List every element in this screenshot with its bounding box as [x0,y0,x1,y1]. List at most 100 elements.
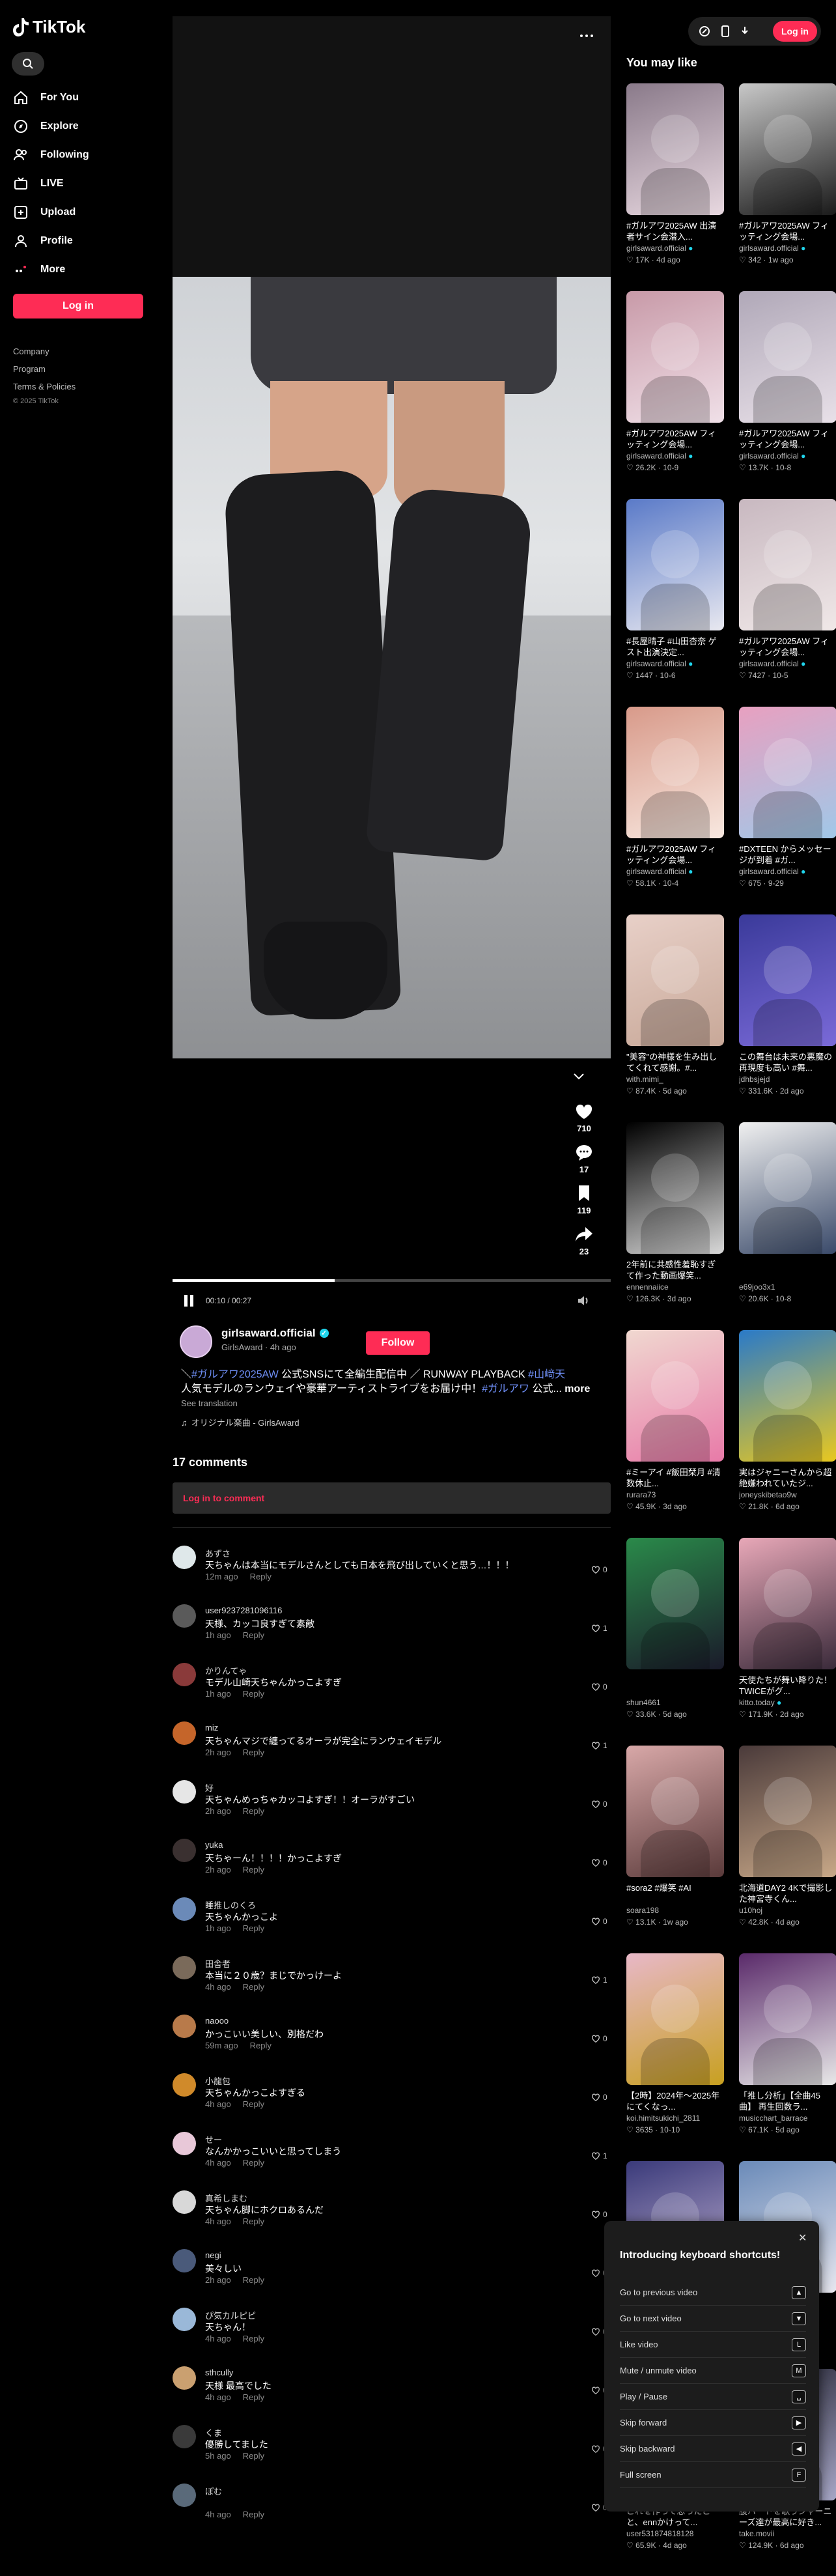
bookmark-action[interactable]: 119 [568,1183,600,1215]
comment-username[interactable]: negi [205,2250,221,2260]
sidebar-login-button[interactable]: Log in [13,294,143,318]
footer-link-terms[interactable]: Terms & Policies [13,382,76,391]
comment-username[interactable]: 小龍包 [205,2074,230,2087]
recommended-video-card[interactable]: #ガルアワ2025AW フィッティング会場... girlsaward.offic… [626,291,724,487]
video-author[interactable]: jdhbsjejd [739,1075,770,1084]
video-author[interactable]: soara198 [626,1906,659,1915]
comment-like-button[interactable]: 0 [591,2210,607,2219]
recommended-video-card[interactable]: #ガルアワ2025AW フィッティング会場... girlsaward.offic… [626,707,724,902]
comment-username[interactable]: 田舎者 [205,1957,230,1970]
video-thumbnail[interactable] [626,1746,724,1877]
reply-button[interactable]: Reply [243,1748,264,1757]
comment-avatar[interactable] [173,1839,196,1862]
reply-button[interactable]: Reply [243,2334,264,2343]
more-link[interactable]: more [564,1383,590,1394]
recommended-video-card[interactable]: 天使たちが舞い降りた！ TWICEがグ... kitto.today ● ♡ 171… [739,1538,836,1733]
reply-button[interactable]: Reply [243,2510,264,2519]
video-author[interactable]: girlsaward.official [739,451,799,460]
scroll-down-button[interactable] [571,1068,591,1088]
comment-username[interactable]: せー [205,2133,222,2145]
comment-avatar[interactable] [173,2132,196,2155]
comment-avatar[interactable] [173,1604,196,1628]
reply-button[interactable]: Reply [243,1806,264,1816]
reply-button[interactable]: Reply [243,2275,264,2285]
comment-username[interactable]: ぴ気カルピピ [205,2309,256,2321]
recommended-video-card[interactable]: #ガルアワ2025AW フィッティング会場... girlsaward.offic… [739,499,836,694]
close-icon[interactable]: ✕ [798,2231,807,2244]
recommended-video-card[interactable]: #ガルアワ2025AW 出演者サイン会潜入... girlsaward.offic… [626,83,724,279]
video-author[interactable]: girlsaward.official [626,451,686,460]
video-thumbnail[interactable] [739,707,836,838]
recommended-video-card[interactable]: #ガルアワ2025AW フィッティング会場... girlsaward.offic… [739,291,836,487]
recommended-video-card[interactable]: #sora2 #爆笑 #AI soara198 ♡ 13.1K · 1w ago [626,1746,724,1941]
video-thumbnail[interactable] [626,1953,724,2085]
video-author[interactable]: girlsaward.official [739,659,799,668]
recommended-video-card[interactable]: #DXTEEN からメッセージが到着 #ガ... girlsaward.offic… [739,707,836,902]
video-thumbnail[interactable] [739,83,836,215]
reply-button[interactable]: Reply [250,1572,272,1581]
comment-login-box[interactable]: Log in to comment [173,1482,611,1514]
comment-username[interactable]: sthcully [205,2368,233,2377]
comment-avatar[interactable] [173,1663,196,1686]
top-login-button[interactable]: Log in [773,21,817,42]
device-icon[interactable] [721,25,730,37]
comment-like-button[interactable]: 0 [591,1917,607,1926]
recommended-video-card[interactable]: この舞台は未来の悪魔の再現度も高い #舞... jdhbsjejd ♡ 331.6K… [739,914,836,1110]
recommended-video-card[interactable]: #ミーアイ #飯田栞月 #清数休止... rurara73 ♡ 45.9K · 3d… [626,1330,724,1525]
hashtag-link[interactable]: #山﨑天 [528,1369,565,1380]
video-thumbnail[interactable] [626,83,724,215]
coin-icon[interactable] [699,25,710,37]
share-action[interactable]: 23 [568,1224,600,1256]
video-author[interactable]: girlsaward.official [626,867,686,876]
video-thumbnail[interactable] [739,1746,836,1877]
video-author[interactable]: girlsaward.official [626,659,686,668]
comment-avatar[interactable] [173,2015,196,2038]
video-author[interactable]: girlsaward.official [626,244,686,253]
recommended-video-card[interactable]: #ガルアワ2025AW フィッティング会場... girlsaward.offic… [739,83,836,279]
hashtag-link[interactable]: #ガルアワ2025AW [191,1369,279,1380]
video-thumbnail[interactable] [626,291,724,423]
comment-avatar[interactable] [173,2190,196,2214]
more-options-button[interactable] [580,29,600,42]
comment-avatar[interactable] [173,2308,196,2331]
comment-avatar[interactable] [173,1546,196,1569]
comment-like-button[interactable]: 1 [591,1975,607,1985]
video-thumbnail[interactable] [739,499,836,630]
heart-action[interactable]: 710 [568,1101,600,1133]
comment-username[interactable]: ぽむ [205,2485,222,2497]
video-thumbnail[interactable] [626,499,724,630]
comment-like-button[interactable]: 0 [591,2034,607,2043]
video-thumbnail[interactable] [626,914,724,1046]
comment-like-button[interactable]: 0 [591,1858,607,1867]
video-author[interactable]: kitto.today [739,1698,775,1707]
recommended-video-card[interactable]: shun4661 ♡ 33.6K · 5d ago [626,1538,724,1733]
recommended-video-card[interactable]: 「推し分析」【全曲45曲】 再生回数ラ... musicchart_barrace… [739,1953,836,2149]
recommended-video-card[interactable]: #長屋晴子 #山田杏奈 ゲスト出演決定... girlsaward.officia… [626,499,724,694]
pause-button[interactable] [184,1295,193,1307]
video-thumbnail[interactable] [739,1330,836,1462]
comment-username[interactable]: かりんてゃ [205,1664,247,1677]
comment-avatar[interactable] [173,2484,196,2507]
video-author[interactable]: musicchart_barrace [739,2114,807,2123]
reply-button[interactable]: Reply [243,2099,264,2109]
follow-button[interactable]: Follow [366,1331,430,1355]
download-icon[interactable] [740,25,749,37]
comment-like-button[interactable]: 1 [591,1624,607,1633]
video-author[interactable]: ennennaiice [626,1282,669,1292]
comment-username[interactable]: 真希しまむ [205,2192,247,2204]
see-translation-link[interactable]: See translation [181,1396,607,1411]
video-author[interactable]: joneyskibetao9w [739,1490,797,1499]
comment-like-button[interactable]: 1 [591,2151,607,2160]
comment-username[interactable]: 睡推しのくろ [205,1899,256,1911]
recommended-video-card[interactable]: "美容"の神様を生み出してくれて感謝。#... with.mimi_ ♡ 87.4K… [626,914,724,1110]
sidebar-item-upload[interactable]: Upload [13,203,76,221]
reply-button[interactable]: Reply [243,1689,264,1699]
video-thumbnail[interactable] [626,1122,724,1254]
comment-avatar[interactable] [173,2073,196,2097]
recommended-video-card[interactable]: 北海道DAY2 4Kで撮影した神宮寺くん... u10hoj ♡ 42.8K · 4… [739,1746,836,1941]
comment-action[interactable]: 17 [568,1142,600,1174]
video-author[interactable]: take.movii [739,2529,774,2538]
volume-button[interactable] [576,1294,591,1311]
reply-button[interactable]: Reply [243,1923,264,1933]
video-player[interactable] [173,16,611,1058]
